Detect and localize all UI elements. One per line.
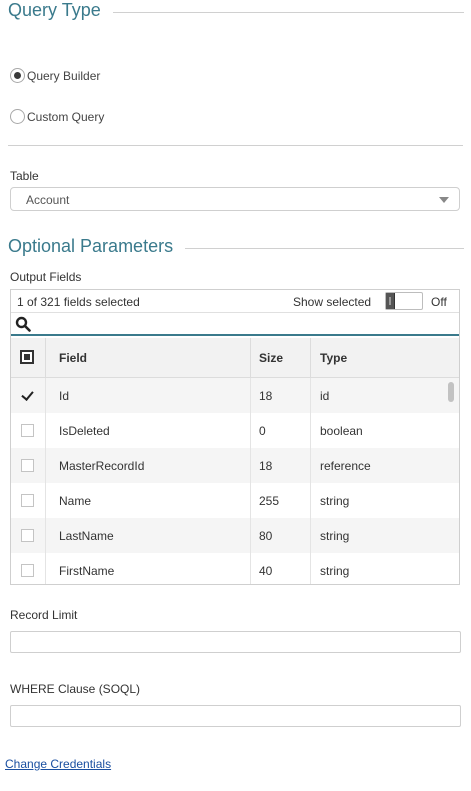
column-header-field[interactable]: Field — [59, 351, 87, 365]
cell-field: FirstName — [59, 564, 115, 578]
column-separator — [45, 518, 46, 553]
column-separator — [310, 553, 311, 584]
row-checkbox-checked[interactable] — [21, 389, 34, 402]
radio-button-checked[interactable] — [10, 68, 25, 83]
column-separator — [310, 413, 311, 448]
record-limit-label: Record Limit — [10, 608, 78, 622]
where-clause-input[interactable] — [10, 705, 461, 727]
table-row[interactable]: LastName 80 string — [11, 518, 459, 553]
table-row[interactable]: Name 255 string — [11, 483, 459, 518]
radio-button[interactable] — [10, 109, 25, 124]
cell-size: 255 — [259, 494, 280, 508]
table-row[interactable]: MasterRecordId 18 reference — [11, 448, 459, 483]
select-all-checkbox[interactable] — [20, 350, 34, 364]
grid-body: Id 18 id IsDeleted 0 boolean MasterRecor… — [11, 378, 459, 584]
column-separator — [250, 483, 251, 518]
table-row[interactable]: IsDeleted 0 boolean — [11, 413, 459, 448]
column-separator — [310, 483, 311, 518]
row-checkbox[interactable] — [21, 529, 34, 542]
row-checkbox[interactable] — [21, 494, 34, 507]
output-fields-label: Output Fields — [10, 270, 82, 284]
search-icon — [15, 316, 31, 332]
row-checkbox[interactable] — [21, 424, 34, 437]
field-search-input[interactable] — [35, 314, 455, 333]
cell-size: 80 — [259, 529, 273, 543]
cell-size: 18 — [259, 459, 273, 473]
show-selected-label: Show selected — [293, 295, 372, 309]
grid-toolbar: 1 of 321 fields selected Show selected O… — [11, 290, 459, 313]
cell-size: 18 — [259, 389, 273, 403]
column-separator — [250, 553, 251, 584]
cell-field: Name — [59, 494, 92, 508]
chevron-down-icon[interactable] — [439, 197, 449, 203]
cell-field: IsDeleted — [59, 424, 110, 438]
cell-field: LastName — [59, 529, 114, 543]
column-separator — [250, 448, 251, 483]
column-separator — [250, 413, 251, 448]
row-checkbox[interactable] — [21, 564, 34, 577]
section-divider — [8, 145, 463, 146]
grid-search-bar — [11, 313, 459, 336]
heading-divider — [185, 247, 464, 249]
column-separator — [45, 483, 46, 518]
query-type-heading-text: Query Type — [8, 0, 101, 20]
cell-type: id — [320, 389, 330, 403]
where-clause-label: WHERE Clause (SOQL) — [10, 682, 141, 696]
query-type-heading: Query Type — [8, 0, 464, 21]
toggle-knob[interactable] — [386, 293, 395, 309]
table-select-value: Account — [26, 193, 70, 207]
change-credentials-link[interactable]: Change Credentials — [5, 757, 111, 771]
column-separator — [45, 448, 46, 483]
heading-divider — [112, 11, 464, 13]
table-label: Table — [10, 169, 39, 183]
cell-type: string — [320, 529, 350, 543]
radio-query-builder[interactable]: Query Builder — [10, 68, 100, 83]
grid-scrollbar[interactable] — [448, 382, 454, 402]
table-select[interactable]: Account — [10, 187, 460, 211]
column-header-size[interactable]: Size — [259, 351, 283, 365]
radio-custom-query[interactable]: Custom Query — [10, 109, 104, 124]
table-row[interactable]: FirstName 40 string — [11, 553, 459, 584]
show-selected-state: Off — [431, 295, 447, 309]
column-separator — [310, 448, 311, 483]
cell-type: boolean — [320, 424, 363, 438]
radio-query-builder-label: Query Builder — [27, 68, 101, 83]
show-selected-toggle[interactable] — [385, 292, 423, 310]
column-header-type[interactable]: Type — [320, 351, 347, 365]
cell-size: 0 — [259, 424, 266, 438]
column-separator — [45, 553, 46, 584]
cell-field: Id — [59, 389, 70, 403]
cell-field: MasterRecordId — [59, 459, 145, 473]
column-separator — [250, 338, 251, 377]
column-separator — [310, 338, 311, 377]
grid-header-row: Field Size Type — [11, 338, 459, 378]
table-row[interactable]: Id 18 id — [11, 378, 459, 413]
output-fields-grid: 1 of 321 fields selected Show selected O… — [10, 289, 460, 585]
column-separator — [45, 378, 46, 413]
column-separator — [45, 413, 46, 448]
cell-type: string — [320, 564, 350, 578]
cell-type: string — [320, 494, 350, 508]
record-limit-input[interactable] — [10, 631, 461, 653]
cell-size: 40 — [259, 564, 273, 578]
row-checkbox[interactable] — [21, 459, 34, 472]
optional-parameters-heading-text: Optional Parameters — [8, 236, 174, 256]
optional-parameters-heading: Optional Parameters — [8, 236, 464, 257]
column-separator — [45, 338, 46, 377]
cell-type: reference — [320, 459, 371, 473]
column-separator — [250, 378, 251, 413]
column-separator — [310, 378, 311, 413]
selection-count: 1 of 321 fields selected — [17, 295, 140, 309]
column-separator — [310, 518, 311, 553]
radio-custom-query-label: Custom Query — [27, 109, 105, 124]
column-separator — [250, 518, 251, 553]
